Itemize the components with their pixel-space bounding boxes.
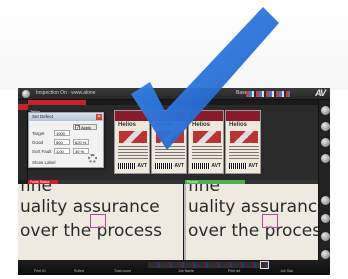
barcode-icon xyxy=(155,163,173,169)
panel-button[interactable] xyxy=(321,196,330,205)
status-item: Rolled xyxy=(74,269,84,273)
panel-button[interactable] xyxy=(321,138,330,147)
barcode-icon xyxy=(192,163,210,169)
right-side-panel xyxy=(318,100,330,275)
mountain-graphic xyxy=(230,131,258,143)
app-logo-icon xyxy=(22,90,30,98)
card-header xyxy=(152,111,186,121)
product-card[interactable]: Helios AVT xyxy=(151,110,187,174)
status-item: Job Name xyxy=(178,269,194,273)
good-field[interactable]: 500 xyxy=(54,139,70,145)
inspection-dialog: Set Defect ✕ ✓ Apply Target 1000 Good 50… xyxy=(28,112,104,168)
panel-button[interactable] xyxy=(321,154,330,163)
window-title: Inspection On · www.alone xyxy=(36,90,96,96)
card-header xyxy=(189,111,223,121)
sort-fault-percent-field[interactable]: 30 % xyxy=(73,148,89,154)
target-field[interactable]: 1000 xyxy=(54,130,70,136)
magnified-text-line: fine xyxy=(188,184,220,196)
card-header xyxy=(226,111,260,121)
card-logo: Helios xyxy=(192,122,211,128)
apply-label: Apply xyxy=(81,125,92,130)
card-badge: AVT xyxy=(248,163,258,169)
left-toolbar xyxy=(18,100,28,180)
card-logo: Helios xyxy=(229,122,248,128)
panel-button[interactable] xyxy=(321,214,330,223)
magnified-text-line: over the process xyxy=(188,221,318,241)
mountain-graphic xyxy=(193,131,221,143)
gear-icon[interactable] xyxy=(88,154,97,163)
magnified-text-line: fine xyxy=(20,184,52,196)
card-text-lines xyxy=(118,146,148,160)
status-item: Total count xyxy=(114,269,131,273)
status-item: Print art xyxy=(228,269,241,273)
card-badge: AVT xyxy=(211,163,221,169)
card-header xyxy=(115,111,149,121)
card-logo: Helios xyxy=(118,122,137,128)
toolbar-color-strip[interactable] xyxy=(246,91,290,97)
card-badge: AVT xyxy=(174,163,184,169)
row-label: Sort Fault xyxy=(32,149,52,154)
color-swatch-strip[interactable] xyxy=(148,262,268,268)
good-percent-field[interactable]: 620 % xyxy=(73,139,89,145)
mountain-graphic xyxy=(119,131,147,143)
product-card[interactable]: Helios AVT xyxy=(114,110,150,174)
magnified-view-left[interactable]: fine uality assurance over the process xyxy=(18,184,183,260)
panel-button[interactable] xyxy=(321,122,330,131)
status-item: Job Stat xyxy=(280,269,293,273)
window-titlebar: Inspection On · www.alone Base AV xyxy=(18,88,330,100)
left-toolbar-active-tab[interactable] xyxy=(18,104,28,110)
checkbox-check-icon[interactable]: ✓ xyxy=(75,125,80,131)
region-header: Tellos xyxy=(28,100,86,114)
magnified-view-right[interactable]: fine uality assurance over the process xyxy=(184,184,318,260)
defect-marker[interactable] xyxy=(90,214,106,228)
barcode-icon xyxy=(118,163,136,169)
apply-checkbox[interactable]: ✓ Apply xyxy=(73,124,97,131)
barcode-icon xyxy=(229,163,247,169)
close-icon[interactable]: ✕ xyxy=(96,114,102,120)
defect-marker[interactable] xyxy=(262,214,278,228)
magnified-text-line: uality assurance xyxy=(188,197,318,217)
panel-button[interactable] xyxy=(321,250,330,259)
card-logo: Helios xyxy=(155,122,174,128)
row-label: Good xyxy=(32,140,44,145)
mountain-graphic xyxy=(156,131,184,143)
brand-logo: AV xyxy=(315,88,326,98)
background-fade xyxy=(0,0,348,90)
panel-button[interactable] xyxy=(321,106,330,115)
dialog-title: Set Defect xyxy=(32,114,54,119)
sort-fault-field[interactable]: 1,00 xyxy=(54,148,70,154)
status-item: Print ID xyxy=(34,269,46,273)
active-swatch[interactable] xyxy=(260,261,269,269)
dialog-title-bar: Set Defect ✕ xyxy=(29,113,103,121)
monitor-screen: Inspection On · www.alone Base AV Tellos… xyxy=(18,88,330,275)
card-text-lines xyxy=(229,146,259,160)
product-card[interactable]: Helios AVT xyxy=(188,110,224,174)
row-label: Target xyxy=(32,131,45,136)
bottom-toolbar: Print ID Rolled Total count Job Name Pri… xyxy=(18,260,330,275)
product-card[interactable]: Helios AVT xyxy=(225,110,261,174)
panel-button[interactable] xyxy=(321,232,330,241)
card-text-lines xyxy=(155,146,185,160)
card-text-lines xyxy=(192,146,222,160)
show-label-option[interactable]: Show Label xyxy=(32,160,56,165)
card-badge: AVT xyxy=(137,163,147,169)
